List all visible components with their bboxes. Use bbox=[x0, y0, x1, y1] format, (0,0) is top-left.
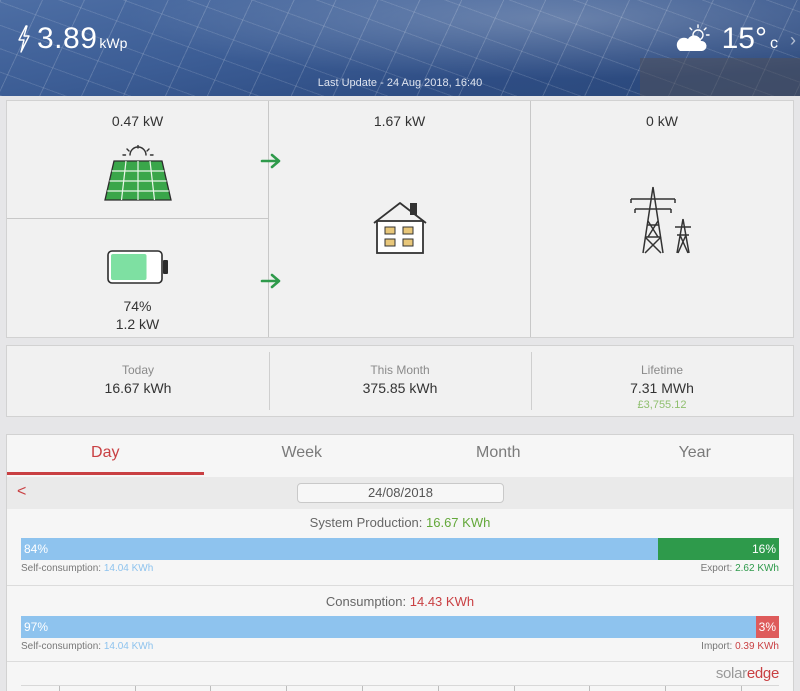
production-bar: 84% 16% bbox=[21, 538, 779, 560]
consumption-import-label: Import: bbox=[701, 641, 736, 652]
date-navigator: < 24/08/2018 bbox=[7, 477, 793, 509]
axis-tick bbox=[134, 686, 136, 691]
date-selector[interactable]: 24/08/2018 bbox=[297, 483, 504, 503]
production-self-value: 14.04 KWh bbox=[103, 563, 154, 574]
stat-month-label: This Month bbox=[370, 363, 430, 377]
stat-lifetime-value: 7.31 MWh bbox=[630, 380, 694, 396]
consumption-import-segment: 3% bbox=[756, 616, 779, 638]
production-title: System Production: 16.67 KWh bbox=[7, 515, 793, 530]
last-update-text: Last Update - 24 Aug 2018, 16:40 bbox=[317, 77, 483, 89]
consumption-self-value: 14.04 KWh bbox=[103, 641, 154, 652]
section-divider bbox=[7, 661, 793, 662]
axis-tick bbox=[58, 686, 60, 691]
consumption-value: 14.43 KWh bbox=[409, 594, 475, 609]
axis-tick bbox=[286, 686, 288, 691]
axis-tick bbox=[741, 686, 742, 691]
consumption-label: Consumption: bbox=[325, 594, 410, 609]
stat-today-value: 16.67 kWh bbox=[104, 380, 172, 396]
battery-power: 1.2 kW bbox=[115, 316, 160, 332]
grid-power: 0 kW bbox=[646, 113, 678, 129]
consumption-self-segment: 97% bbox=[21, 616, 757, 638]
lightning-icon bbox=[18, 25, 30, 53]
production-self-label: Self-consumption: bbox=[21, 563, 104, 574]
production-export-note: Export: 2.62 KWh bbox=[701, 563, 779, 574]
chevron-right-icon[interactable]: › bbox=[790, 30, 796, 51]
axis-tick bbox=[665, 686, 667, 691]
power-flow-panel: 0.47 kW 74% 1.2 kW 1.67 kW 0 kW bbox=[6, 100, 794, 338]
consumption-import-value: 0.39 KWh bbox=[735, 641, 779, 652]
pv-cell[interactable]: 0.47 kW bbox=[7, 101, 269, 219]
brand-part1: solar bbox=[715, 665, 747, 682]
battery-fill bbox=[110, 254, 147, 280]
stat-today-label: Today bbox=[121, 363, 155, 377]
stat-lifetime: Lifetime 7.31 MWh £3,755.12 bbox=[531, 346, 793, 416]
pv-power: 0.47 kW bbox=[111, 113, 164, 129]
consumption-bar: 97% 3% bbox=[21, 616, 779, 638]
battery-percent: 74% bbox=[123, 298, 152, 314]
power-unit: kWp bbox=[99, 35, 128, 51]
battery-icon bbox=[106, 250, 168, 284]
brand-part2: edge bbox=[746, 665, 779, 682]
home-power: 1.67 kW bbox=[373, 113, 426, 129]
axis-tick bbox=[589, 686, 591, 691]
consumption-self-label: Self-consumption: bbox=[21, 641, 104, 652]
period-tabs: Day Week Month Year bbox=[7, 435, 793, 477]
battery-cell[interactable]: 74% 1.2 kW bbox=[7, 219, 269, 337]
house-icon bbox=[372, 202, 427, 254]
home-cell[interactable]: 1.67 kW bbox=[269, 101, 531, 337]
tab-week[interactable]: Week bbox=[204, 435, 401, 477]
stat-lifetime-money: £3,755.12 bbox=[637, 399, 687, 411]
consumption-self-note: Self-consumption: 14.04 KWh bbox=[21, 641, 153, 652]
production-label: System Production: bbox=[309, 515, 426, 530]
chart-axis bbox=[21, 685, 779, 691]
stat-lifetime-label: Lifetime bbox=[640, 363, 684, 377]
consumption-title: Consumption: 14.43 KWh bbox=[7, 594, 793, 609]
section-divider bbox=[7, 585, 793, 586]
axis-tick bbox=[362, 686, 363, 691]
axis-tick bbox=[437, 686, 439, 691]
header-banner: 3.89 kWp 15° c › Last Update - 24 Aug 20… bbox=[0, 0, 800, 96]
system-peak-power: 3.89 kWp bbox=[16, 22, 127, 56]
solar-panel-icon bbox=[103, 145, 172, 201]
partly-cloudy-icon bbox=[676, 24, 710, 51]
axis-tick bbox=[210, 686, 212, 691]
tab-day[interactable]: Day bbox=[7, 435, 204, 477]
previous-day-button[interactable]: < bbox=[17, 483, 26, 501]
production-self-segment: 84% bbox=[21, 538, 658, 560]
temperature-value: 15° bbox=[721, 22, 767, 55]
power-value: 3.89 bbox=[37, 22, 98, 55]
production-value: 16.67 KWh bbox=[426, 515, 491, 530]
production-export-segment: 16% bbox=[657, 538, 779, 560]
production-self-note: Self-consumption: 14.04 KWh bbox=[21, 563, 153, 574]
stat-month: This Month 375.85 kWh bbox=[269, 346, 531, 416]
energy-balance-card: Day Week Month Year < 24/08/2018 System … bbox=[6, 434, 794, 691]
weather-widget: 15° c bbox=[672, 22, 778, 56]
stat-today: Today 16.67 kWh bbox=[7, 346, 269, 416]
power-tower-icon bbox=[630, 186, 691, 254]
consumption-import-note: Import: 0.39 KWh bbox=[701, 641, 779, 652]
energy-stats: Today 16.67 kWh This Month 375.85 kWh Li… bbox=[6, 345, 794, 417]
grid-cell[interactable]: 0 kW bbox=[531, 101, 793, 337]
temperature-unit: c bbox=[770, 35, 778, 52]
production-export-label: Export: bbox=[700, 563, 736, 574]
axis-tick bbox=[513, 686, 515, 691]
solaredge-logo: solaredge bbox=[716, 665, 779, 682]
production-export-value: 2.62 KWh bbox=[735, 563, 779, 574]
tab-year[interactable]: Year bbox=[597, 435, 794, 477]
tab-month[interactable]: Month bbox=[400, 435, 597, 477]
stat-month-value: 375.85 kWh bbox=[362, 380, 438, 396]
